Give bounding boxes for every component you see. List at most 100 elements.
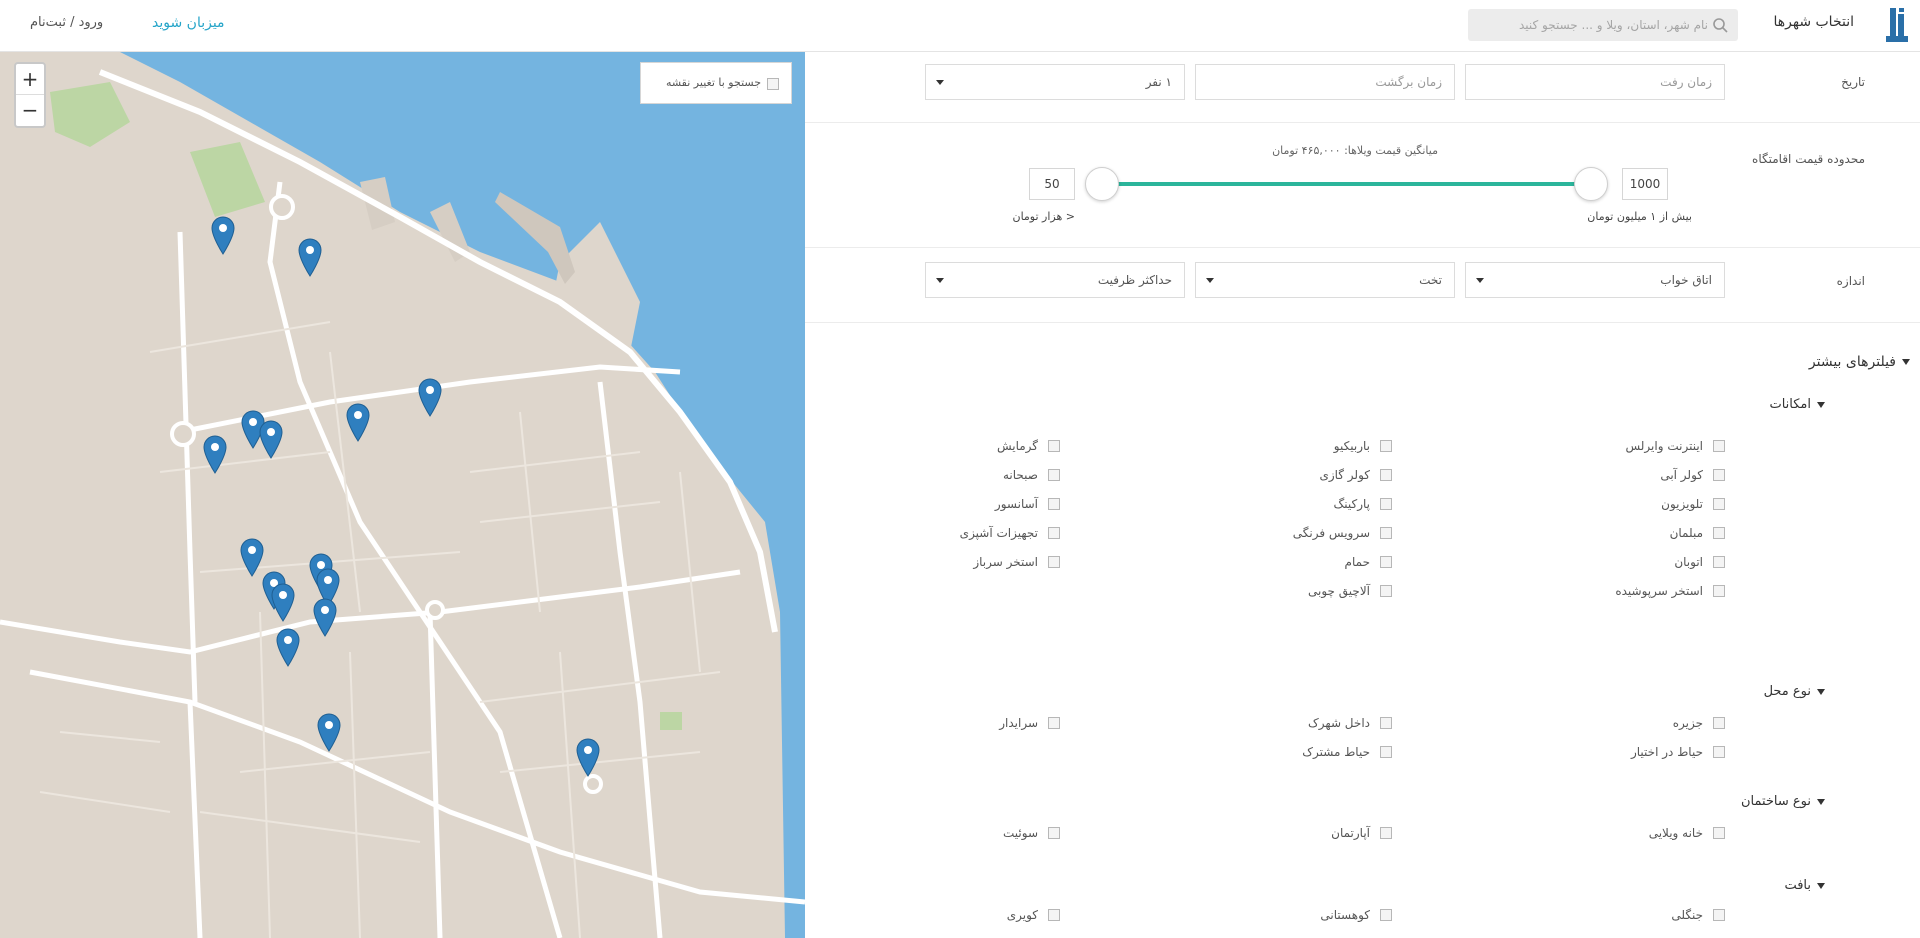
city-select[interactable]: انتخاب شهرها	[1774, 14, 1855, 30]
map-pin-icon[interactable]	[316, 712, 342, 752]
map-pin-icon[interactable]	[258, 419, 284, 459]
filter-option[interactable]: آلاچیق چوبی	[1308, 584, 1392, 598]
section-title-building-type[interactable]: نوع ساختمان	[1741, 794, 1825, 809]
filter-checkbox[interactable]	[1380, 498, 1392, 510]
guests-select[interactable]: ۱ نفر	[925, 64, 1185, 100]
filter-option[interactable]: جنگلی	[1671, 908, 1725, 922]
filter-checkbox[interactable]	[1380, 440, 1392, 452]
filter-checkbox[interactable]	[1048, 909, 1060, 921]
price-max-input[interactable]: 1000	[1622, 168, 1668, 200]
zoom-out-button[interactable]: −	[16, 95, 44, 126]
section-title-amenities[interactable]: امکانات	[1769, 397, 1825, 412]
beds-select[interactable]: تخت	[1195, 262, 1455, 298]
price-slider-min-handle[interactable]	[1085, 167, 1119, 201]
filter-checkbox[interactable]	[1713, 469, 1725, 481]
filter-option[interactable]: استخر سرباز	[973, 555, 1060, 569]
section-title-location-type[interactable]: نوع محل	[1764, 684, 1825, 699]
filter-checkbox[interactable]	[1048, 498, 1060, 510]
filter-checkbox[interactable]	[1713, 717, 1725, 729]
filter-option-label: تلویزیون	[1661, 497, 1703, 511]
section-title-label: نوع ساختمان	[1740, 794, 1811, 809]
checkout-field[interactable]: زمان برگشت	[1195, 64, 1455, 100]
filter-option[interactable]: کولر آبی	[1660, 468, 1725, 482]
price-slider-max-handle[interactable]	[1574, 167, 1608, 201]
bedrooms-select[interactable]: اتاق خواب	[1465, 262, 1725, 298]
filter-checkbox[interactable]	[1713, 527, 1725, 539]
filter-checkbox[interactable]	[1713, 498, 1725, 510]
filter-option[interactable]: کوهستانی	[1320, 908, 1392, 922]
filter-option[interactable]: تلویزیون	[1661, 497, 1725, 511]
filter-option[interactable]: کولر گازی	[1319, 468, 1392, 482]
login-register-link[interactable]: ورود / ثبت‌نام	[30, 15, 103, 30]
search-input[interactable]	[1478, 9, 1708, 41]
filter-option[interactable]: اینترنت وایرلس	[1625, 439, 1725, 453]
zoom-in-button[interactable]: +	[16, 64, 44, 95]
map-pin-icon[interactable]	[270, 582, 296, 622]
map-pin-icon[interactable]	[575, 737, 601, 777]
filter-checkbox[interactable]	[1048, 527, 1060, 539]
map-pin-icon[interactable]	[210, 215, 236, 255]
section-title-texture[interactable]: بافت	[1784, 878, 1825, 893]
filter-option[interactable]: کویری	[1007, 908, 1060, 922]
filter-option[interactable]: آسانسور	[995, 497, 1060, 511]
filter-option[interactable]: صبحانه	[1003, 468, 1060, 482]
filter-option[interactable]: حیاط در اختیار	[1631, 745, 1725, 759]
filter-checkbox[interactable]	[1048, 440, 1060, 452]
filter-option[interactable]: جزیره	[1673, 716, 1725, 730]
map-pin-icon[interactable]	[297, 237, 323, 277]
filter-option[interactable]: مبلمان	[1670, 526, 1725, 540]
search-box[interactable]	[1468, 9, 1738, 41]
filter-option[interactable]: استخر سرپوشیده	[1615, 584, 1725, 598]
filter-checkbox[interactable]	[1048, 469, 1060, 481]
price-min-input[interactable]: 50	[1029, 168, 1075, 200]
map-pin-icon[interactable]	[417, 377, 443, 417]
filter-checkbox[interactable]	[1380, 556, 1392, 568]
map-pin-icon[interactable]	[345, 402, 371, 442]
map-search-checkbox[interactable]	[767, 78, 779, 90]
filter-checkbox[interactable]	[1048, 556, 1060, 568]
filter-checkbox[interactable]	[1380, 527, 1392, 539]
filter-checkbox[interactable]	[1380, 909, 1392, 921]
more-filters-toggle[interactable]: فیلترهای بیشتر	[1809, 354, 1910, 370]
map-pin-icon[interactable]	[202, 434, 228, 474]
site-logo[interactable]	[1884, 6, 1910, 46]
filter-option[interactable]: باربیکیو	[1334, 439, 1392, 453]
section-title-label: امکانات	[1769, 397, 1811, 412]
filter-option[interactable]: سرویس فرنگی	[1293, 526, 1392, 540]
price-slider-track[interactable]	[1100, 182, 1590, 186]
map-search-on-move[interactable]: جستجو با تغییر نقشه	[640, 62, 792, 104]
filter-option-label: آلاچیق چوبی	[1308, 584, 1370, 598]
filter-checkbox[interactable]	[1713, 827, 1725, 839]
filter-checkbox[interactable]	[1380, 827, 1392, 839]
filter-option[interactable]: پارکینگ	[1334, 497, 1392, 511]
filter-checkbox[interactable]	[1713, 556, 1725, 568]
filter-option[interactable]: آپارتمان	[1331, 826, 1392, 840]
filter-checkbox[interactable]	[1380, 585, 1392, 597]
filter-option[interactable]: داخل شهرک	[1308, 716, 1392, 730]
checkin-field[interactable]: زمان رفت	[1465, 64, 1725, 100]
filter-checkbox[interactable]	[1380, 746, 1392, 758]
filter-option[interactable]: اتوبان	[1674, 555, 1725, 569]
filter-checkbox[interactable]	[1048, 827, 1060, 839]
filter-option[interactable]: گرمایش	[997, 439, 1060, 453]
zoom-control: + −	[14, 62, 46, 128]
map-view[interactable]: + − جستجو با تغییر نقشه	[0, 52, 805, 938]
filter-option[interactable]: سوئیت	[1003, 826, 1060, 840]
filter-checkbox[interactable]	[1713, 585, 1725, 597]
filter-option[interactable]: سرایدار	[999, 716, 1060, 730]
filter-checkbox[interactable]	[1713, 440, 1725, 452]
filter-option-label: مبلمان	[1669, 526, 1703, 540]
map-pin-icon[interactable]	[312, 597, 338, 637]
filter-checkbox[interactable]	[1048, 717, 1060, 729]
filter-checkbox[interactable]	[1380, 469, 1392, 481]
filter-option[interactable]: حیاط مشترک	[1302, 745, 1392, 759]
filter-checkbox[interactable]	[1713, 909, 1725, 921]
filter-option[interactable]: تجهیزات آشپزی	[960, 526, 1060, 540]
filter-option[interactable]: حمام	[1345, 555, 1392, 569]
filter-checkbox[interactable]	[1380, 717, 1392, 729]
capacity-select[interactable]: حداکثر ظرفیت	[925, 262, 1185, 298]
filter-checkbox[interactable]	[1713, 746, 1725, 758]
become-host-link[interactable]: میزبان شوید	[152, 15, 225, 31]
map-pin-icon[interactable]	[275, 627, 301, 667]
filter-option[interactable]: خانه ویلایی	[1649, 826, 1725, 840]
